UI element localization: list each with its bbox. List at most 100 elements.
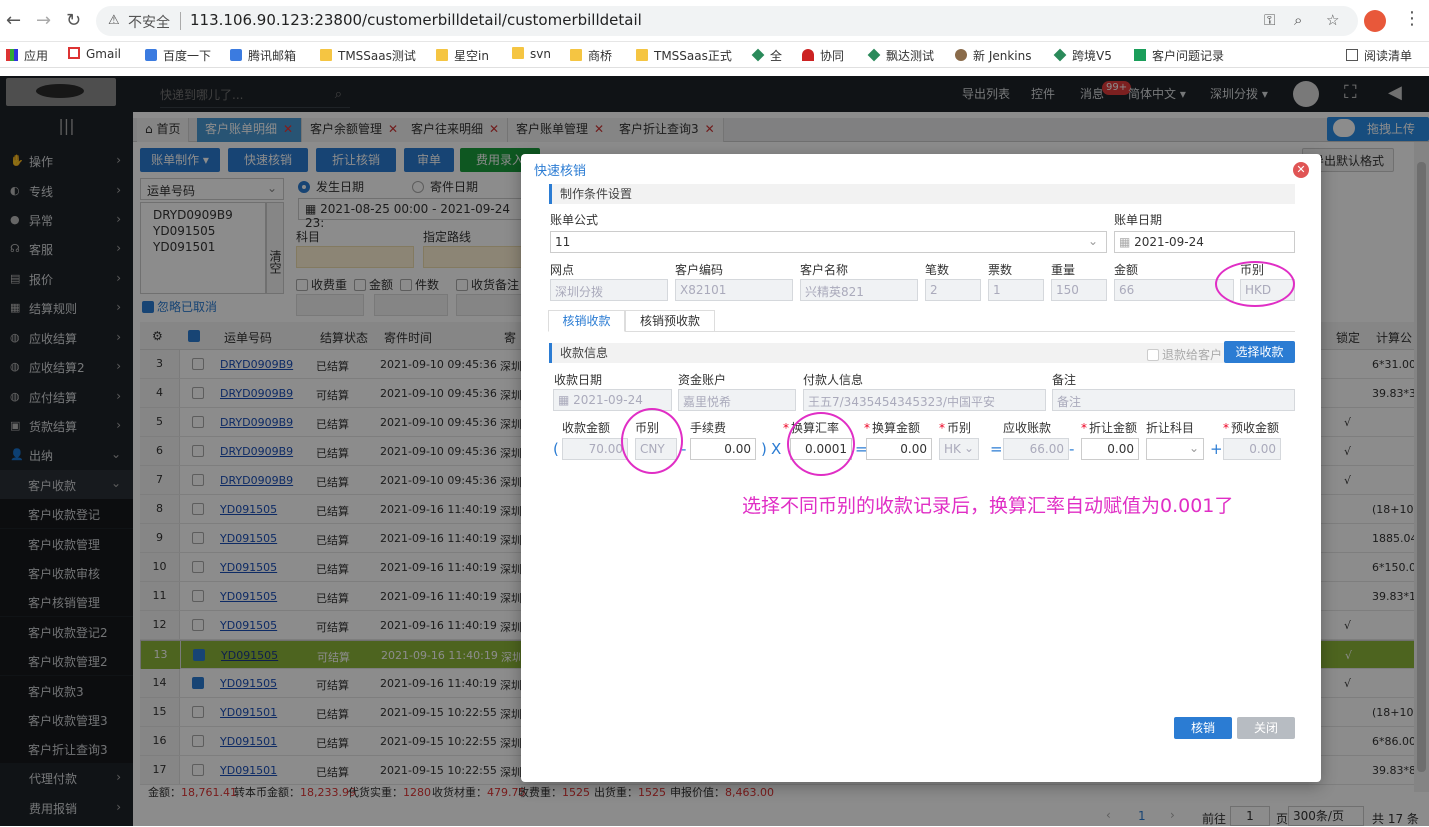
- remark-field: 备注: [1052, 389, 1295, 411]
- mail-icon: [230, 49, 242, 61]
- info-label: 票数: [988, 263, 1013, 277]
- chevron-down-icon: ⌄: [963, 441, 974, 455]
- calc-label: 应收账款: [1003, 421, 1052, 435]
- baidu-icon: [145, 49, 157, 61]
- bookmark-baidu[interactable]: 百度一下: [145, 47, 211, 64]
- bill-formula-label: 账单公式: [550, 213, 599, 227]
- browser-toolbar: ← → ↻ ⚠ 不安全 113.106.90.123:23800/custome…: [0, 0, 1429, 42]
- divider: [715, 331, 1295, 332]
- bookmark-tmstest[interactable]: TMSSaas测试: [320, 47, 416, 64]
- reload-icon[interactable]: ↻: [66, 10, 81, 31]
- select-receipt-button[interactable]: 选择收款: [1224, 341, 1295, 363]
- diamond-icon: [751, 48, 765, 62]
- discount-subject-select[interactable]: ⌄: [1146, 438, 1204, 460]
- info-label: 客户编码: [675, 263, 724, 277]
- tab-writeoff-receipt[interactable]: 核销收款: [548, 310, 625, 332]
- operator: X: [771, 440, 782, 458]
- key-icon[interactable]: ⚿: [1264, 11, 1275, 29]
- chevron-down-icon: ⌄: [1188, 441, 1199, 455]
- bookmark-quan[interactable]: 全: [751, 47, 782, 64]
- extension-icon[interactable]: [1364, 10, 1386, 32]
- calc-label: * 折让金额: [1081, 421, 1138, 435]
- calc-label: 收款金额: [562, 421, 611, 435]
- bookmark-shangqiao[interactable]: 商桥: [570, 47, 612, 64]
- sheet-icon: [1134, 49, 1146, 61]
- bookmark-tmsprod[interactable]: TMSSaas正式: [636, 47, 732, 64]
- customer-name-field: 兴精英821: [800, 279, 918, 301]
- url-text[interactable]: 113.106.90.123:23800/customerbilldetail/…: [190, 11, 642, 29]
- pay-label: 付款人信息: [803, 373, 864, 387]
- close-button[interactable]: 关闭: [1237, 717, 1295, 739]
- section-conditions: 制作条件设置: [549, 184, 1295, 204]
- fee-input[interactable]: 0.00: [690, 438, 756, 460]
- operator: =: [990, 440, 1003, 458]
- bookmark-piaoda[interactable]: 飘达测试: [867, 47, 934, 64]
- reading-list[interactable]: 阅读清单: [1346, 47, 1412, 64]
- calc-label: * 预收金额: [1223, 421, 1280, 435]
- calc-label: 手续费: [690, 421, 727, 435]
- close-icon[interactable]: ✕: [1293, 162, 1309, 178]
- warning-icon: ⚠: [108, 13, 120, 28]
- chevron-down-icon: ⌄: [1087, 234, 1098, 248]
- pay-label: 收款日期: [554, 373, 603, 387]
- folder-icon: [512, 47, 524, 59]
- back-icon[interactable]: ←: [6, 10, 21, 31]
- calc-label: * 币别: [939, 421, 972, 435]
- forward-icon[interactable]: →: [36, 10, 51, 31]
- bookmark-gmail[interactable]: Gmail: [68, 47, 121, 61]
- folder-icon: [320, 49, 332, 61]
- bookmark-jenkins[interactable]: 新 Jenkins: [955, 47, 1031, 64]
- info-label: 客户名称: [800, 263, 849, 277]
- refund-customer-check[interactable]: 退款给客户: [1147, 346, 1222, 363]
- payer-info-field: 王五7/3435454345323/中国平安: [803, 389, 1046, 411]
- folder-icon: [436, 49, 448, 61]
- bill-date-input[interactable]: ▦ 2021-09-24: [1114, 231, 1295, 253]
- divider: [180, 12, 181, 30]
- customer-code-field: X82101: [675, 279, 793, 301]
- info-label: 笔数: [925, 263, 950, 277]
- address-bar[interactable]: ⚠ 不安全 113.106.90.123:23800/customerbilld…: [96, 6, 1358, 36]
- annotation-circle: [1215, 261, 1295, 307]
- reading-list-icon: [1346, 49, 1358, 61]
- zoom-icon[interactable]: ⌕: [1294, 11, 1302, 29]
- operator: +: [1210, 440, 1223, 458]
- tab-writeoff-prepaid[interactable]: 核销预收款: [625, 310, 715, 332]
- annotation-note: 选择不同币别的收款记录后，换算汇率自动赋值为0.001了: [742, 495, 1234, 517]
- branch-field: 深圳分拨: [550, 279, 668, 301]
- converted-amount-input[interactable]: 0.00: [866, 438, 932, 460]
- operator: -: [1069, 440, 1075, 458]
- bookmark-xietong[interactable]: 协同: [802, 47, 844, 64]
- calc-label: * 换算金额: [864, 421, 921, 435]
- pay-label: 资金账户: [678, 373, 727, 387]
- bookmark-issues[interactable]: 客户问题记录: [1134, 47, 1224, 64]
- info-label: 重量: [1051, 263, 1076, 277]
- calendar-icon: ▦: [1119, 235, 1135, 249]
- writeoff-button[interactable]: 核销: [1174, 717, 1232, 739]
- bookmarks-bar: 应用 Gmail 百度一下 腾讯邮箱 TMSSaas测试 星空in svn 商桥…: [0, 42, 1429, 68]
- folder-icon: [570, 49, 582, 61]
- weight-field: 150: [1051, 279, 1107, 301]
- annotation-circle: [621, 408, 683, 474]
- prepaid-amount-field: 0.00: [1223, 438, 1281, 460]
- quick-writeoff-dialog: 快速核销 ✕ 制作条件设置 账单公式 11 ⌄ 账单日期 ▦ 2021-09-24…: [521, 154, 1321, 782]
- bookmark-xingkong[interactable]: 星空in: [436, 47, 489, 64]
- bookmark-svn[interactable]: svn: [512, 47, 551, 61]
- star-icon[interactable]: ☆: [1326, 11, 1339, 29]
- discount-amount-input[interactable]: 0.00: [1081, 438, 1139, 460]
- checkbox-icon: [1147, 349, 1159, 361]
- bookmark-kuajing[interactable]: 跨境V5: [1053, 47, 1112, 64]
- converted-currency-select: HK ⌄: [939, 438, 979, 460]
- gmail-icon: [68, 47, 80, 59]
- diamond-icon: [1053, 48, 1067, 62]
- count-field: 2: [925, 279, 981, 301]
- pay-label: 备注: [1052, 373, 1077, 387]
- calc-label: 折让科目: [1146, 421, 1195, 435]
- receivable-field: 66.00: [1003, 438, 1069, 460]
- calendar-icon: ▦: [558, 393, 574, 407]
- ticket-field: 1: [988, 279, 1044, 301]
- bookmark-qqmail[interactable]: 腾讯邮箱: [230, 47, 296, 64]
- info-label: 网点: [550, 263, 575, 277]
- bill-formula-select[interactable]: 11 ⌄: [550, 231, 1107, 253]
- bookmark-apps[interactable]: 应用: [6, 47, 48, 64]
- menu-icon[interactable]: ⋮: [1403, 8, 1421, 29]
